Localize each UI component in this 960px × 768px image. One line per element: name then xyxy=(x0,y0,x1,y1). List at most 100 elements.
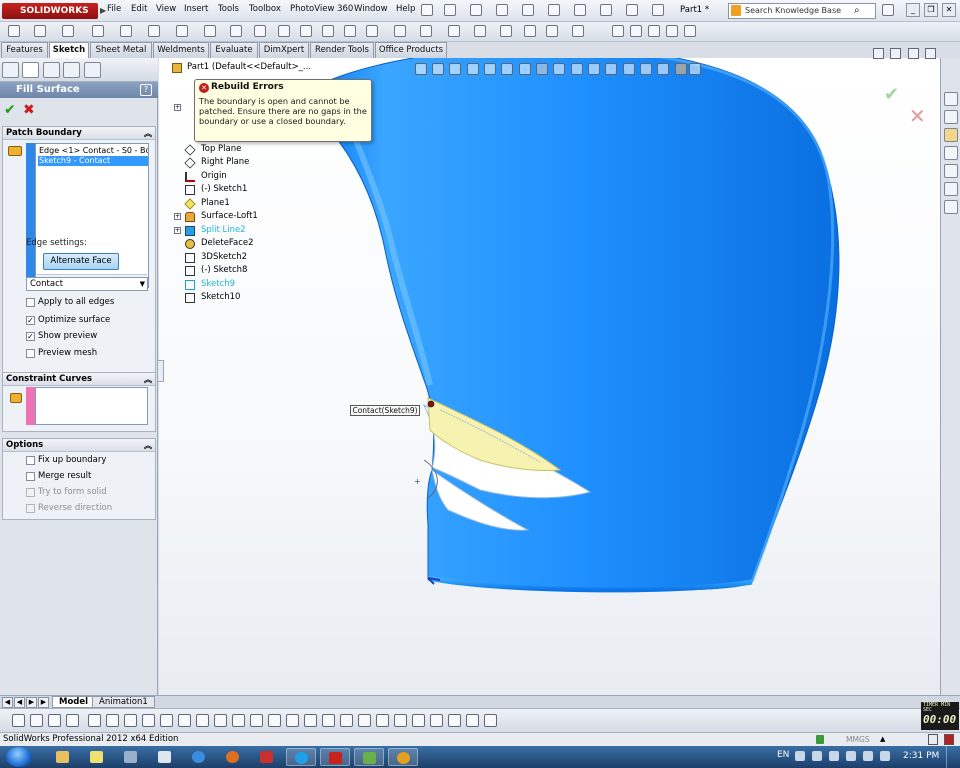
display-toolbar-icon[interactable] xyxy=(684,25,696,37)
tray-flag-icon[interactable] xyxy=(863,751,873,761)
menu-edit[interactable]: Edit xyxy=(131,4,147,14)
first-tab-icon[interactable]: ◀ xyxy=(2,697,13,708)
taskbar-file[interactable] xyxy=(150,748,180,766)
filter-curves-icon[interactable] xyxy=(106,714,119,727)
pin-icon[interactable] xyxy=(421,4,433,16)
tray-volume-icon[interactable] xyxy=(880,751,890,761)
taskbar-skype[interactable] xyxy=(286,748,316,766)
apply-scene-icon[interactable] xyxy=(571,63,583,75)
view-orientation-icon[interactable] xyxy=(484,63,496,75)
text-icon[interactable] xyxy=(322,25,334,37)
design-library-icon[interactable] xyxy=(944,110,958,124)
configurationmanager-tab-icon[interactable] xyxy=(43,62,60,78)
zoom-to-area-icon[interactable] xyxy=(432,63,444,75)
view-palette-icon[interactable] xyxy=(944,164,958,178)
language-indicator[interactable]: EN xyxy=(777,750,789,760)
filter-datum-icon[interactable] xyxy=(268,714,281,727)
checkbox-checked[interactable]: ✓ xyxy=(26,332,35,341)
tray-keyboard-icon[interactable] xyxy=(829,751,839,761)
solidworks-logo[interactable]: SOLIDWORKS xyxy=(2,3,98,19)
filter-icon[interactable] xyxy=(12,714,25,727)
taskbar-chrome[interactable] xyxy=(388,748,418,766)
view-settings-icon[interactable] xyxy=(588,63,600,75)
perspective-icon[interactable] xyxy=(657,63,669,75)
solidworks-resources-icon[interactable] xyxy=(944,92,958,106)
options-heading[interactable]: Options ︽ xyxy=(3,439,155,452)
featuremanager-tab-icon[interactable] xyxy=(2,62,19,78)
checkbox[interactable] xyxy=(26,349,35,358)
tab-office-products[interactable]: Office Products xyxy=(375,42,447,58)
taskbar-notes[interactable] xyxy=(82,748,112,766)
expand-history-icon[interactable]: + xyxy=(174,104,181,111)
close-window-button[interactable]: ✕ xyxy=(942,3,956,17)
patch-boundary-heading[interactable]: Patch Boundary ︽ xyxy=(3,127,155,140)
system-clock[interactable]: 2:31 PM xyxy=(903,751,939,761)
constraint-curves-heading[interactable]: Constraint Curves ︽ xyxy=(3,373,155,386)
file-explorer-icon[interactable] xyxy=(944,128,958,142)
rebuild-icon[interactable] xyxy=(600,4,612,16)
units-chevron-icon[interactable]: ▲ xyxy=(880,735,885,743)
zoom-to-fit-icon[interactable] xyxy=(415,63,427,75)
tab-sketch[interactable]: Sketch xyxy=(49,42,89,58)
filter-hole-callouts-icon[interactable] xyxy=(376,714,389,727)
chevron-down-icon[interactable]: ▼ xyxy=(140,278,145,290)
filter-vertices-icon[interactable] xyxy=(66,714,79,727)
view-toolbar-icon[interactable] xyxy=(612,25,624,37)
rectangle-icon[interactable] xyxy=(92,25,104,37)
zoom-toolbar-icon[interactable] xyxy=(630,25,642,37)
menu-photoview[interactable]: PhotoView 360 xyxy=(290,4,353,14)
last-tab-icon[interactable]: ▶ xyxy=(38,697,49,708)
filter-faces-icon[interactable] xyxy=(48,714,61,727)
previous-view-icon[interactable] xyxy=(449,63,461,75)
taskbar-image-viewer[interactable] xyxy=(354,748,384,766)
arc-icon[interactable] xyxy=(176,25,188,37)
filter-annotations-icon[interactable] xyxy=(232,714,245,727)
graphics-cascade-icon[interactable] xyxy=(890,48,901,59)
repair-sketch-icon[interactable] xyxy=(546,25,558,37)
filter-mates-icon[interactable] xyxy=(430,714,443,727)
mirror-icon[interactable] xyxy=(448,25,460,37)
shaded-with-edges-icon[interactable] xyxy=(536,63,548,75)
graphics-close-icon[interactable] xyxy=(925,48,936,59)
help-button[interactable]: ? xyxy=(140,84,152,96)
tab-evaluate[interactable]: Evaluate xyxy=(210,42,258,58)
filter-points-icon[interactable] xyxy=(196,714,209,727)
restore-window-button[interactable]: ❐ xyxy=(924,3,938,17)
ok-button[interactable]: ✔ xyxy=(4,102,16,118)
windows-start-button[interactable] xyxy=(6,747,32,767)
move-entities-icon[interactable] xyxy=(500,25,512,37)
taskbar-media[interactable] xyxy=(252,748,282,766)
print-icon[interactable] xyxy=(522,4,534,16)
cancel-button[interactable]: ✖ xyxy=(23,102,35,118)
filter-gtol-icon[interactable] xyxy=(304,714,317,727)
taskbar-internet-explorer[interactable] xyxy=(184,748,214,766)
pause-timer-icon[interactable] xyxy=(928,734,938,745)
menu-tools[interactable]: Tools xyxy=(218,4,239,14)
filter-cosmetic-threads-icon[interactable] xyxy=(394,714,407,727)
dimxpertmanager-tab-icon[interactable] xyxy=(63,62,80,78)
realview-icon[interactable] xyxy=(605,63,617,75)
taskbar-solidworks[interactable] xyxy=(320,748,350,766)
filter-surface-finish-icon[interactable] xyxy=(322,714,335,727)
search-icon[interactable]: ⌕ xyxy=(854,5,860,16)
checkbox[interactable] xyxy=(26,472,35,481)
menu-help[interactable]: Help xyxy=(396,4,415,14)
graphics-tile-icon[interactable] xyxy=(873,48,884,59)
tab-dimxpert[interactable]: DimXpert xyxy=(259,42,309,58)
trim-icon[interactable] xyxy=(366,25,378,37)
list-item[interactable]: Sketch9 - Contact xyxy=(38,156,148,166)
zoom-icon[interactable] xyxy=(689,63,701,75)
circle-icon[interactable] xyxy=(148,25,160,37)
new-document-icon[interactable] xyxy=(444,4,456,16)
constraint-curves-list[interactable] xyxy=(35,387,148,425)
convert-entities-icon[interactable] xyxy=(394,25,406,37)
filter-balloons-icon[interactable] xyxy=(340,714,353,727)
menu-insert[interactable]: Insert xyxy=(184,4,208,14)
filter-dimensions-icon[interactable] xyxy=(214,714,227,727)
taskbar-folder[interactable] xyxy=(48,748,78,766)
ellipse-icon[interactable] xyxy=(254,25,266,37)
tray-arrow-icon[interactable] xyxy=(812,751,822,761)
rebuild-status-icon[interactable] xyxy=(816,735,824,744)
confirm-corner-cancel-icon[interactable]: ✕ xyxy=(909,104,926,128)
collapse-icon[interactable]: ︽ xyxy=(144,373,152,386)
